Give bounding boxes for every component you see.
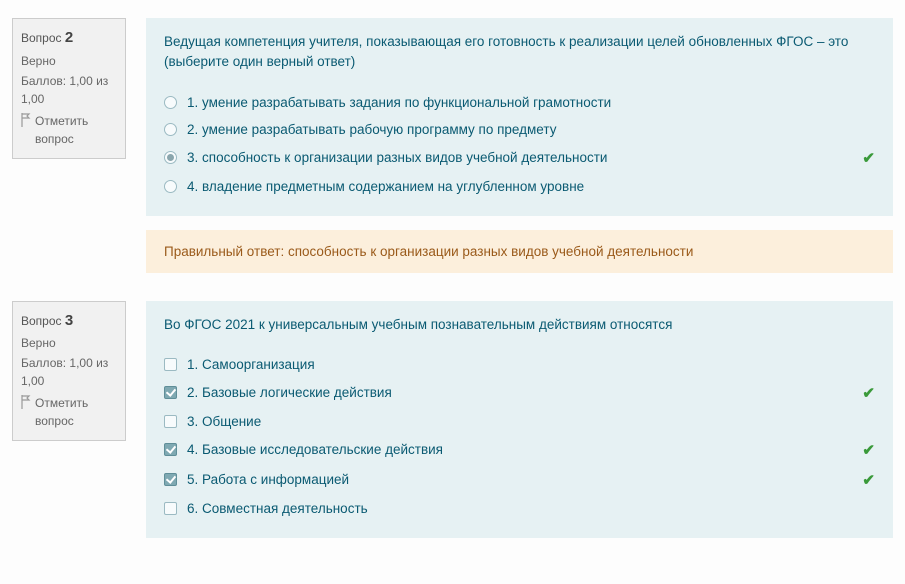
checkbox-icon — [164, 358, 177, 371]
check-icon: ✔ — [862, 149, 875, 167]
question-text: Ведущая компетенция учителя, показывающа… — [164, 32, 875, 73]
question-text: Во ФГОС 2021 к универсальным учебным поз… — [164, 315, 875, 335]
checkbox-icon — [164, 502, 177, 515]
question-main: Во ФГОС 2021 к универсальным учебным поз… — [146, 301, 893, 538]
radio-icon — [164, 123, 177, 136]
question-label-prefix: Вопрос — [21, 31, 62, 45]
check-icon: ✔ — [862, 384, 875, 402]
flag-question-link[interactable]: Отметить вопрос — [21, 394, 117, 430]
option-row[interactable]: 1. Самоорганизация — [164, 351, 875, 378]
flag-question-link[interactable]: Отметить вопрос — [21, 112, 117, 148]
question-meta: Вопрос 2 Верно Баллов: 1,00 из 1,00 Отме… — [12, 18, 126, 159]
option-row[interactable]: 3. Общение — [164, 408, 875, 435]
question-label-prefix: Вопрос — [21, 314, 62, 328]
option-row[interactable]: 2. Базовые логические действия ✔ — [164, 378, 875, 408]
feedback-panel: Правильный ответ: способность к организа… — [146, 230, 893, 273]
options-list: 1. Самоорганизация 2. Базовые логические… — [164, 351, 875, 522]
flag-label: Отметить вопрос — [35, 112, 117, 148]
question-number: Вопрос 3 — [21, 310, 117, 333]
flag-icon — [21, 395, 31, 409]
option-row[interactable]: 5. Работа с информацией ✔ — [164, 465, 875, 495]
option-label: 1. умение разрабатывать задания по функц… — [187, 95, 875, 110]
question-block: Вопрос 3 Верно Баллов: 1,00 из 1,00 Отме… — [12, 301, 893, 538]
question-panel: Во ФГОС 2021 к универсальным учебным поз… — [146, 301, 893, 538]
option-label: 2. Базовые логические действия — [187, 385, 844, 400]
option-row[interactable]: 2. умение разрабатывать рабочую программ… — [164, 116, 875, 143]
question-number: Вопрос 2 — [21, 27, 117, 50]
option-label: 1. Самоорганизация — [187, 357, 875, 372]
question-block: Вопрос 2 Верно Баллов: 1,00 из 1,00 Отме… — [12, 18, 893, 273]
radio-icon — [164, 151, 177, 164]
question-status: Верно — [21, 334, 117, 352]
option-label: 6. Совместная деятельность — [187, 501, 875, 516]
check-icon: ✔ — [862, 471, 875, 489]
question-meta: Вопрос 3 Верно Баллов: 1,00 из 1,00 Отме… — [12, 301, 126, 442]
option-row[interactable]: 1. умение разрабатывать задания по функц… — [164, 89, 875, 116]
check-icon: ✔ — [862, 441, 875, 459]
option-label: 3. способность к организации разных видо… — [187, 150, 844, 165]
checkbox-icon — [164, 473, 177, 486]
checkbox-icon — [164, 386, 177, 399]
option-row[interactable]: 4. Базовые исследовательские действия ✔ — [164, 435, 875, 465]
checkbox-icon — [164, 415, 177, 428]
option-label: 4. владение предметным содержанием на уг… — [187, 179, 875, 194]
checkbox-icon — [164, 443, 177, 456]
question-status: Верно — [21, 52, 117, 70]
option-row[interactable]: 3. способность к организации разных видо… — [164, 143, 875, 173]
option-label: 5. Работа с информацией — [187, 472, 844, 487]
question-number-value: 2 — [65, 29, 73, 46]
question-score: Баллов: 1,00 из 1,00 — [21, 354, 117, 390]
question-number-value: 3 — [65, 312, 73, 329]
question-score: Баллов: 1,00 из 1,00 — [21, 72, 117, 108]
flag-label: Отметить вопрос — [35, 394, 117, 430]
option-row[interactable]: 6. Совместная деятельность — [164, 495, 875, 522]
radio-icon — [164, 180, 177, 193]
option-row[interactable]: 4. владение предметным содержанием на уг… — [164, 173, 875, 200]
options-list: 1. умение разрабатывать задания по функц… — [164, 89, 875, 200]
question-panel: Ведущая компетенция учителя, показывающа… — [146, 18, 893, 216]
option-label: 2. умение разрабатывать рабочую программ… — [187, 122, 875, 137]
radio-icon — [164, 96, 177, 109]
question-main: Ведущая компетенция учителя, показывающа… — [146, 18, 893, 273]
option-label: 3. Общение — [187, 414, 875, 429]
flag-icon — [21, 113, 31, 127]
option-label: 4. Базовые исследовательские действия — [187, 442, 844, 457]
